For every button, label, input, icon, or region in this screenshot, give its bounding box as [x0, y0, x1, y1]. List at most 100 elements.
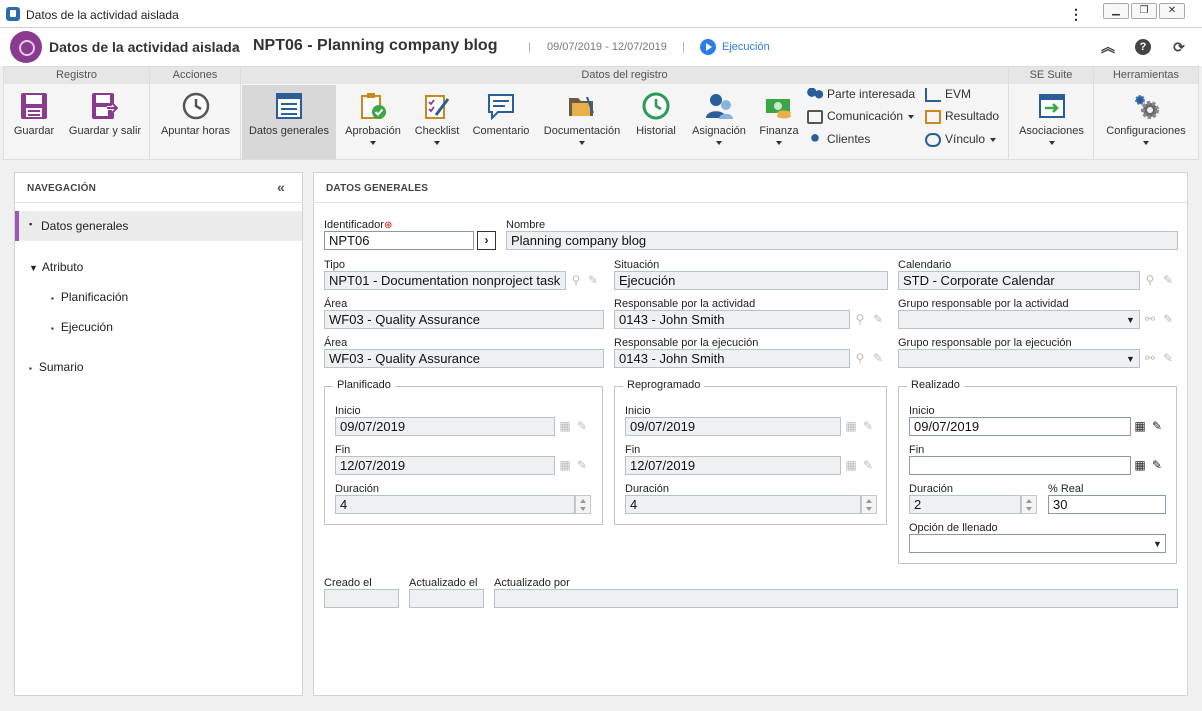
money-icon	[766, 99, 791, 119]
rescheduled-duration-label: Duración	[625, 483, 670, 495]
actual-duration-field: 2	[909, 495, 1021, 514]
restore-button[interactable]: ❐	[1131, 3, 1157, 19]
evm-label: EVM	[945, 87, 972, 101]
identifier-label-text: Identificador	[324, 219, 384, 231]
fill-option-label: Opción de llenado	[909, 522, 998, 534]
execution-responsible-label: Responsable por la ejecución	[614, 337, 759, 349]
clear-icon[interactable]: ✎	[1160, 350, 1176, 366]
dropdown-arrow-icon[interactable]: ▼	[1126, 354, 1135, 364]
save-and-exit-button[interactable]: Guardar y salir	[64, 85, 146, 159]
ribbon-group-title: Acciones	[150, 67, 240, 84]
history-button[interactable]: Historial	[631, 85, 681, 159]
nav-item-summary[interactable]: ▪ Sumario	[29, 360, 84, 374]
required-icon: ⊛	[383, 220, 393, 231]
identifier-field[interactable]: NPT06	[324, 231, 474, 250]
rescheduled-fieldset: Reprogramado Inicio 09/07/2019 ▦ ✎ Fin 1…	[614, 379, 887, 525]
execution-area-field[interactable]: WF03 - Quality Assurance	[324, 349, 604, 368]
fill-option-select[interactable]	[909, 534, 1166, 553]
help-icon[interactable]: ?	[1135, 39, 1151, 55]
nav-item-planning[interactable]: ▪ Planificación	[51, 290, 128, 304]
binoculars-icon[interactable]: ⚯	[1142, 350, 1158, 366]
clear-icon[interactable]: ✎	[870, 350, 886, 366]
execution-group-select[interactable]	[898, 349, 1140, 368]
chevron-down-icon	[908, 114, 915, 119]
nav-item-general-data[interactable]: ▪ Datos generales	[15, 211, 302, 241]
communication-button[interactable]: Comunicación	[807, 109, 915, 129]
actual-percent-field[interactable]: 30	[1048, 495, 1166, 514]
updated-by-field	[494, 589, 1178, 608]
search-icon[interactable]: ⚲	[1142, 272, 1158, 288]
ribbon-group-herramientas: Herramientas Configuraciones	[1094, 67, 1198, 159]
clear-icon[interactable]: ✎	[1160, 272, 1176, 288]
activity-group-select[interactable]	[898, 310, 1140, 329]
general-data-button[interactable]: Datos generales	[242, 85, 336, 159]
actual-duration-label: Duración	[909, 483, 954, 495]
next-arrow-button[interactable]: ›	[477, 231, 496, 250]
clear-icon[interactable]: ✎	[1149, 457, 1165, 473]
clear-icon[interactable]: ✎	[1160, 311, 1176, 327]
ribbon-group-title: Herramientas	[1094, 67, 1198, 84]
nav-item-label: Sumario	[38, 360, 84, 374]
settings-button[interactable]: Configuraciones	[1096, 85, 1196, 159]
clear-icon[interactable]: ✎	[870, 311, 886, 327]
clear-icon[interactable]: ✎	[1149, 418, 1165, 434]
rescheduled-legend: Reprogramado	[623, 379, 705, 391]
duration-stepper	[861, 495, 877, 514]
actual-start-field[interactable]: 09/07/2019	[909, 417, 1131, 436]
name-field[interactable]: Planning company blog	[506, 231, 1178, 250]
close-button[interactable]: ✕	[1159, 3, 1185, 19]
navigation-panel: NAVEGACIÓN « ▪ Datos generales ▼ Atributo…	[14, 172, 303, 696]
associations-button[interactable]: Asociaciones	[1011, 85, 1092, 159]
nav-item-execution[interactable]: ▪ Ejecución	[51, 320, 113, 334]
actual-end-field[interactable]	[909, 456, 1131, 475]
calendar-icon[interactable]: ▦	[1132, 457, 1148, 473]
history-label: Historial	[636, 125, 676, 137]
checklist-button[interactable]: Checklist	[407, 85, 467, 159]
binoculars-icon[interactable]: ⚯	[1142, 311, 1158, 327]
dropdown-arrow-icon[interactable]: ▼	[1126, 315, 1135, 325]
calendar-field[interactable]: STD - Corporate Calendar	[898, 271, 1140, 290]
checklist-icon	[425, 95, 450, 119]
log-hours-button[interactable]: Apuntar horas	[154, 85, 237, 159]
finance-button[interactable]: Finanza	[755, 85, 803, 159]
clear-icon[interactable]: ✎	[585, 272, 601, 288]
area-field[interactable]: WF03 - Quality Assurance	[324, 310, 604, 329]
result-button[interactable]: Resultado	[925, 109, 999, 129]
stakeholder-button[interactable]: Parte interesada	[807, 87, 915, 107]
refresh-icon[interactable]: ⟳	[1170, 38, 1188, 56]
assignment-button[interactable]: Asignación	[685, 85, 753, 159]
breadcrumb-parent[interactable]: Datos de la actividad aislada	[49, 39, 240, 55]
comment-label: Comentario	[472, 125, 530, 137]
planned-fieldset: Planificado Inicio 09/07/2019 ▦ ✎ Fin 12…	[324, 379, 603, 525]
execution-responsible-field[interactable]: 0143 - John Smith	[614, 349, 850, 368]
nav-item-attribute[interactable]: ▼ Atributo	[29, 260, 83, 274]
dropdown-arrow-icon[interactable]: ▼	[1153, 539, 1162, 549]
minimize-button[interactable]: ▁	[1103, 3, 1129, 19]
calendar-icon[interactable]: ▦	[1132, 418, 1148, 434]
history-icon	[642, 92, 670, 120]
checklist-label: Checklist	[414, 125, 460, 137]
collapse-up-icon[interactable]: ︽	[1099, 38, 1117, 56]
created-label: Creado el	[324, 577, 372, 589]
collapse-left-icon[interactable]: «	[277, 179, 285, 195]
evm-button[interactable]: EVM	[925, 87, 971, 107]
link-button[interactable]: Vínculo	[925, 132, 997, 152]
save-exit-label: Guardar y salir	[68, 125, 142, 137]
planned-duration-field: 4	[335, 495, 575, 514]
save-button[interactable]: Guardar	[8, 85, 60, 159]
approval-button[interactable]: Aprobación	[341, 85, 405, 159]
search-icon[interactable]: ⚲	[568, 272, 584, 288]
clients-button[interactable]: Clientes	[807, 132, 870, 152]
documentation-button[interactable]: Documentación	[539, 85, 625, 159]
search-icon[interactable]: ⚲	[852, 311, 868, 327]
planned-legend: Planificado	[333, 379, 395, 391]
activity-responsible-field[interactable]: 0143 - John Smith	[614, 310, 850, 329]
area-label: Área	[324, 337, 348, 349]
type-field[interactable]: NPT01 - Documentation nonproject task	[324, 271, 566, 290]
comment-button[interactable]: Comentario	[469, 85, 533, 159]
evm-chart-icon	[925, 87, 941, 102]
search-icon[interactable]: ⚲	[852, 350, 868, 366]
play-status-icon	[700, 39, 716, 55]
more-options-icon[interactable]: ⋮	[1068, 6, 1084, 22]
chevron-down-icon	[1048, 141, 1055, 145]
